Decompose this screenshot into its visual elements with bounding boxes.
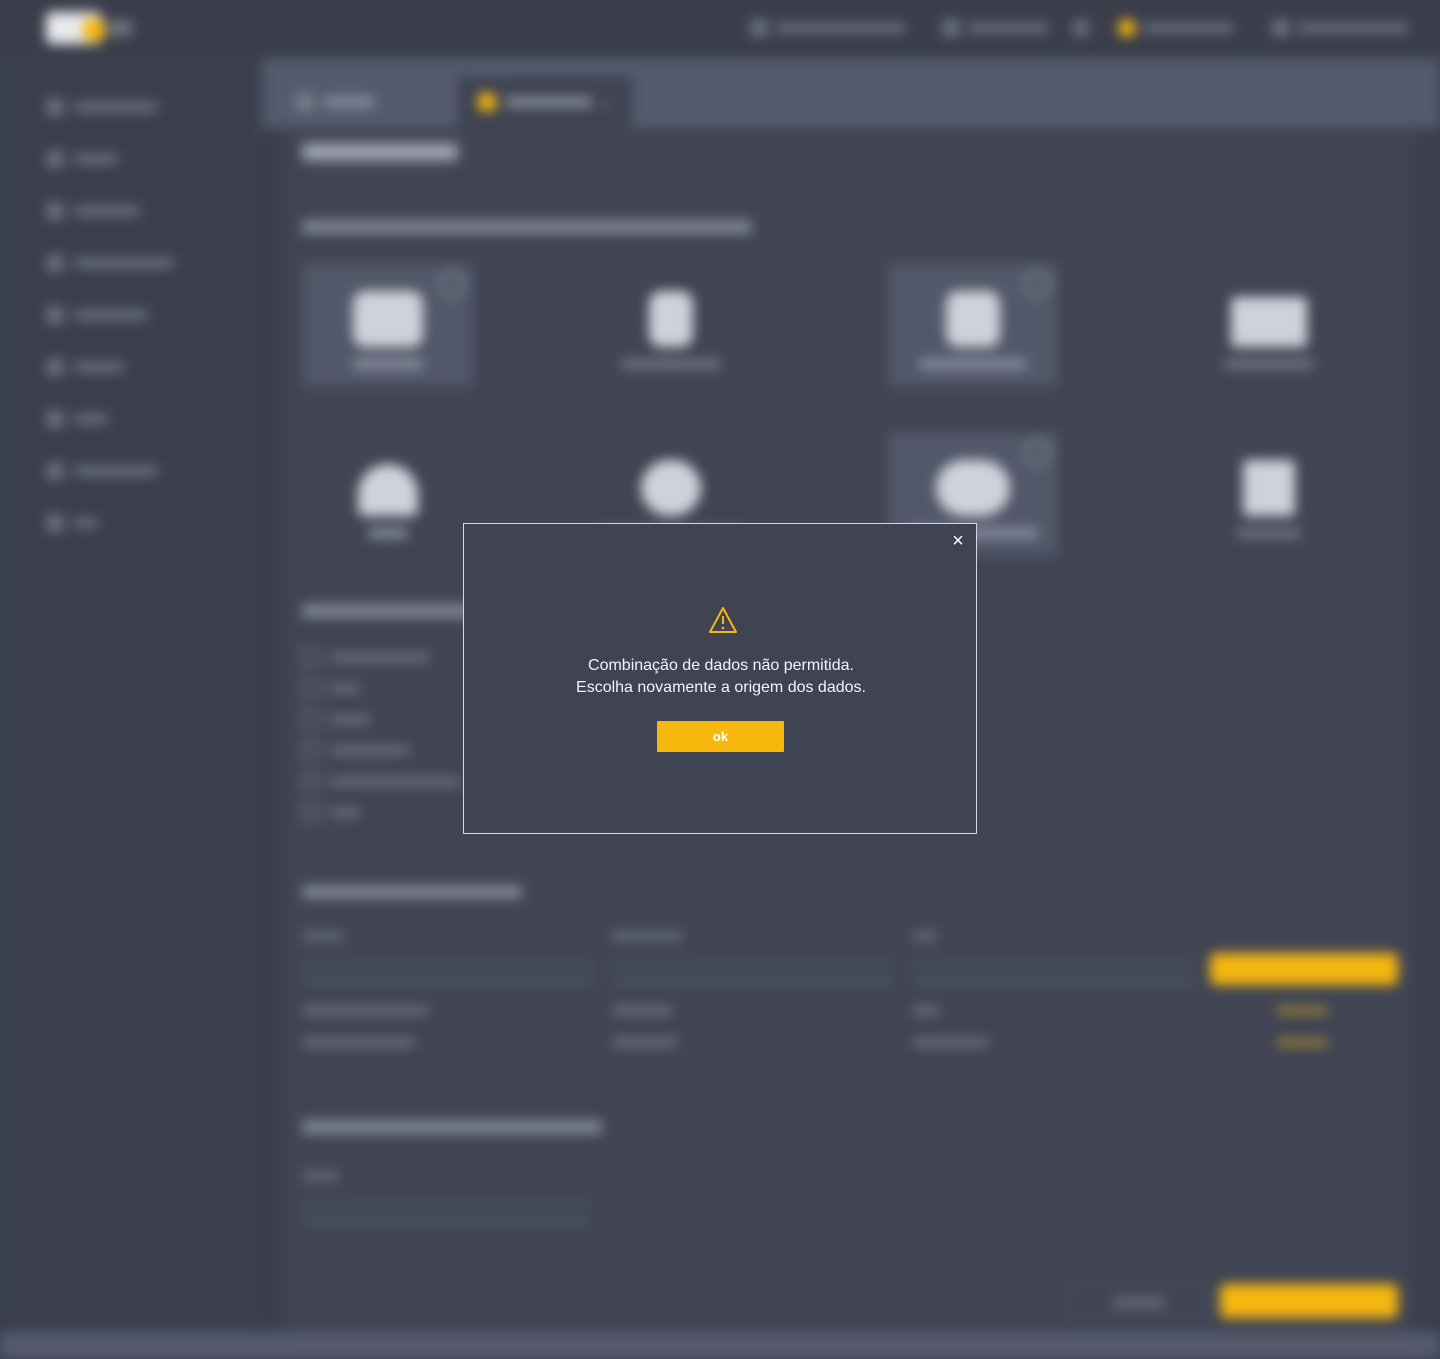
filter-row-text — [913, 1006, 939, 1015]
page-title-placeholder — [302, 143, 458, 161]
field-label-placeholder — [303, 932, 343, 940]
source-card — [888, 263, 1058, 387]
filter-row-text — [303, 1038, 415, 1047]
sidebar-item — [46, 202, 140, 220]
sidebar-item — [46, 514, 98, 532]
top-menu-item — [942, 16, 1048, 40]
filter-row-text — [612, 1006, 672, 1015]
filter-row-link — [1276, 1006, 1328, 1015]
checkbox-row — [302, 679, 360, 697]
primary-button-placeholder — [1220, 1284, 1398, 1318]
field-label-placeholder — [612, 932, 682, 940]
cancel-button-placeholder — [1068, 1284, 1210, 1320]
select-field — [612, 956, 894, 985]
sidebar-item — [46, 306, 148, 324]
logo — [46, 12, 134, 44]
top-menu-item — [750, 16, 906, 40]
field-label-placeholder — [303, 1172, 339, 1180]
select-field — [303, 956, 593, 985]
tabs-bar: × — [262, 58, 1440, 128]
user-menu — [1118, 16, 1234, 40]
step-heading-placeholder — [302, 220, 752, 234]
tab — [276, 76, 394, 128]
ok-button[interactable]: ok — [657, 721, 784, 752]
menu-icon — [942, 19, 960, 37]
top-menu-item — [1272, 16, 1408, 40]
checkbox-row — [302, 710, 370, 728]
step-heading-placeholder — [302, 885, 522, 899]
step-heading-placeholder — [302, 1120, 602, 1134]
sidebar-item — [46, 358, 124, 376]
field-label-placeholder — [913, 932, 937, 940]
source-card — [1184, 263, 1354, 387]
checkbox-row — [302, 803, 360, 821]
sidebar-item — [46, 98, 158, 116]
source-card — [586, 263, 756, 387]
filter-row-text — [913, 1038, 989, 1047]
close-icon[interactable]: × — [948, 530, 968, 552]
sidebar-item — [46, 462, 158, 480]
source-card — [303, 263, 473, 387]
checkbox-row — [302, 741, 410, 759]
warning-triangle-icon — [709, 607, 737, 633]
tab-active: × — [458, 76, 632, 128]
dialog-message-line: Escolha novamente a origem dos dados. — [576, 679, 866, 696]
footer-strip — [0, 1332, 1440, 1359]
source-card — [1184, 432, 1354, 556]
add-filter-button — [1210, 953, 1398, 985]
error-dialog: × Combinação de dados não permitida. Esc… — [463, 523, 977, 834]
menu-icon — [750, 19, 768, 37]
menu-icon — [1272, 19, 1290, 37]
top-bar — [0, 0, 1440, 56]
sidebar — [0, 56, 258, 1359]
avatar — [1118, 19, 1136, 37]
filter-row-link — [1276, 1038, 1328, 1047]
text-field — [913, 956, 1195, 985]
sidebar-item — [46, 150, 118, 168]
dialog-message: Combinação de dados não permitida. Escol… — [464, 655, 978, 699]
filter-row-text — [612, 1038, 678, 1047]
sidebar-item — [46, 410, 108, 428]
checkbox-row — [302, 772, 460, 790]
source-card — [303, 432, 473, 556]
dialog-message-line: Combinação de dados não permitida. — [588, 657, 854, 674]
filter-row-text — [303, 1006, 429, 1015]
help-icon — [1072, 16, 1090, 40]
checkbox-row — [302, 648, 430, 666]
name-field — [303, 1196, 591, 1225]
sidebar-item — [46, 254, 174, 272]
